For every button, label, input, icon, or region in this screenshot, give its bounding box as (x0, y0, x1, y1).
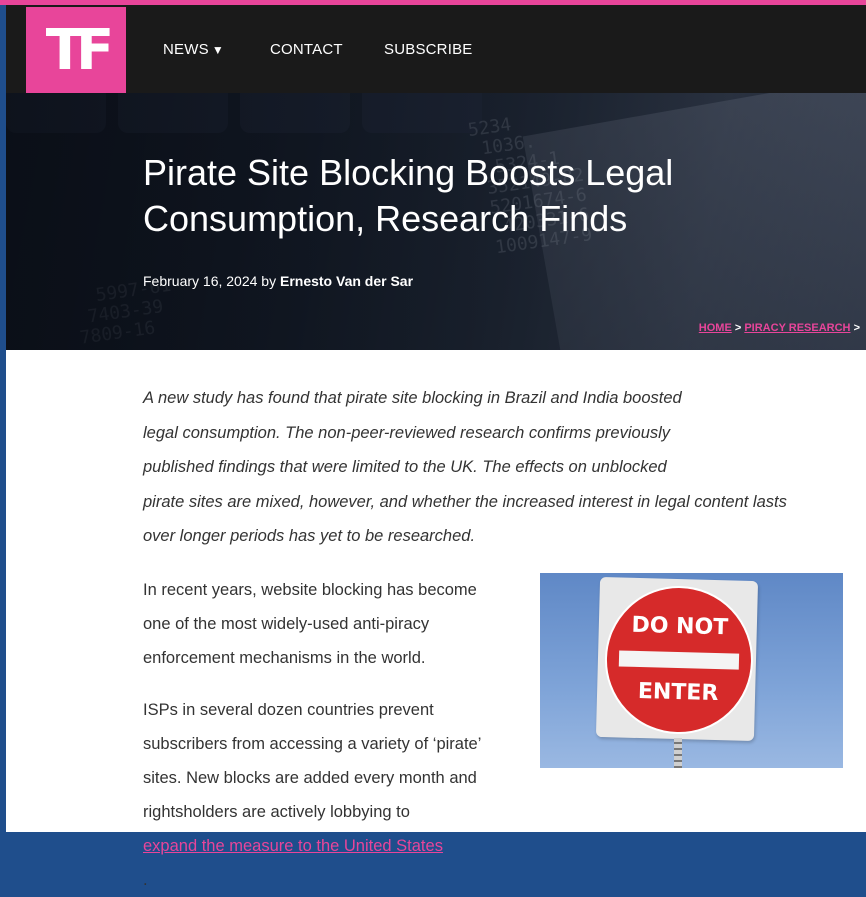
sign-text-top: DO NOT (631, 612, 729, 641)
sign-bar (618, 650, 740, 670)
article-body: A new study has found that pirate site b… (6, 350, 866, 889)
top-navigation: TF NEWS ▼ CONTACT SUBSCRIBE (6, 5, 866, 93)
paragraph-text: rightsholders are actively lobbying to (143, 803, 410, 821)
caret-down-icon: ▼ (211, 43, 224, 57)
breadcrumb-category-link[interactable]: PIRACY RESEARCH (744, 322, 850, 334)
article-hero: 5234 1036. 5324-1 352149-82 5201674-6 42… (6, 93, 866, 350)
paragraph-1: In recent years, website blocking has be… (143, 573, 477, 675)
breadcrumb-home-link[interactable]: HOME (699, 322, 732, 334)
article-date: February 16, 2024 (143, 273, 258, 289)
lead-line: legal consumption. The non-peer-reviewed… (143, 423, 671, 442)
sign-text-bottom: ENTER (637, 678, 719, 707)
lead-line: A new study has found that pirate site b… (143, 389, 682, 407)
sign-board: DO NOT ENTER (595, 576, 759, 742)
article-title-line: Pirate Site Blocking Boosts Legal (143, 152, 674, 193)
nav-news-label: NEWS (163, 41, 209, 58)
nav-item-news[interactable]: NEWS ▼ (163, 41, 224, 58)
paragraph-line: subscribers from accessing a variety of … (143, 735, 482, 753)
do-not-enter-sign-image: DO NOT ENTER (540, 573, 843, 768)
paragraph-text: . (143, 871, 148, 889)
paragraph-line: ISPs in several dozen countries prevent (143, 701, 434, 719)
sign-circle: DO NOT ENTER (603, 584, 755, 736)
lead-line: published findings that were limited to … (143, 458, 667, 476)
article-author[interactable]: Ernesto Van der Sar (280, 273, 413, 289)
breadcrumb: HOME > PIRACY RESEARCH > (699, 322, 860, 334)
nav-item-subscribe[interactable]: SUBSCRIBE (384, 41, 473, 58)
lead-line: over longer periods has yet to be resear… (143, 527, 476, 545)
paragraph-line: In recent years, website blocking has be… (143, 581, 477, 599)
paragraph-2: ISPs in several dozen countries prevent … (143, 693, 481, 897)
paragraph-line: sites. New blocks are added every month … (143, 769, 477, 787)
paragraph-line: enforcement mechanisms in the world. (143, 649, 426, 667)
article-lead: A new study has found that pirate site b… (143, 381, 853, 554)
paragraph-line: one of the most widely-used anti-piracy (143, 615, 430, 633)
breadcrumb-separator: > (853, 322, 860, 334)
site-logo[interactable]: TF (26, 7, 126, 93)
sign-post (674, 738, 682, 768)
expand-measure-link[interactable]: expand the measure to the United States (143, 837, 443, 855)
nav-item-contact[interactable]: CONTACT (270, 41, 343, 58)
lead-line: pirate sites are mixed, however, and whe… (143, 492, 787, 511)
breadcrumb-separator: > (734, 322, 742, 334)
article-meta: February 16, 2024 by Ernesto Van der Sar (143, 273, 413, 289)
byline-prefix: by (261, 273, 277, 289)
article-title-line: Consumption, Research Finds (143, 198, 628, 239)
paragraph-line: rightsholders are actively lobbying to e… (143, 795, 481, 897)
article-title: Pirate Site Blocking Boosts Legal Consum… (143, 150, 763, 242)
